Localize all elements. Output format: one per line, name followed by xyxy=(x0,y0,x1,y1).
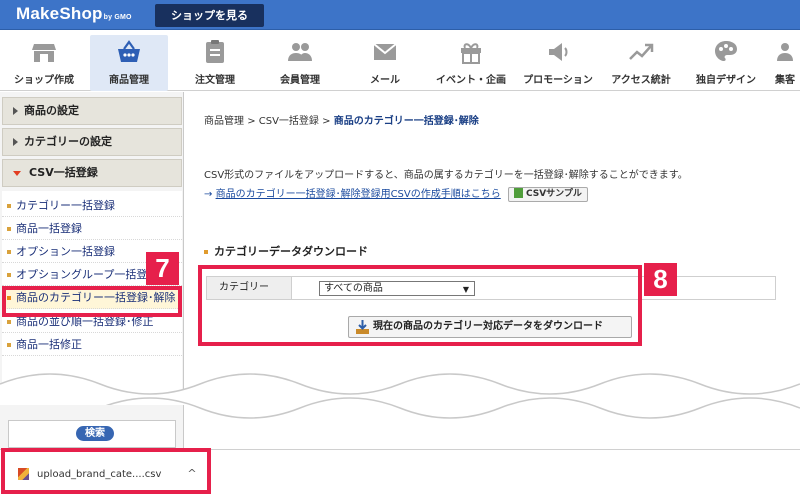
sidebar-section-product-settings[interactable]: 商品の設定 xyxy=(2,97,182,125)
users-icon xyxy=(265,39,335,71)
nav-item-order-management[interactable]: 注文管理 xyxy=(182,35,248,91)
sidebar-section-category-settings[interactable]: カテゴリーの設定 xyxy=(2,128,182,156)
view-shop-button[interactable]: ショップを見る xyxy=(155,4,264,27)
nav-item-promotion[interactable]: プロモーション xyxy=(516,35,600,91)
main-nav: ショップ作成 商品管理 注文管理 会員管理 メール イベント・企画 プロモーショ… xyxy=(0,30,800,91)
palette-icon xyxy=(690,39,762,71)
search-button[interactable]: 検索 xyxy=(76,426,114,441)
mail-icon xyxy=(355,39,415,71)
sidebar-item-product-bulk-edit[interactable]: 商品一括修正 xyxy=(2,334,182,356)
clipboard-icon xyxy=(182,39,248,71)
bullet-icon xyxy=(7,227,11,231)
section-title: カテゴリーデータダウンロード xyxy=(204,243,368,259)
breadcrumb: 商品管理 > CSV一括登録 > 商品のカテゴリー一括登録･解除 xyxy=(204,112,479,127)
bullet-icon xyxy=(7,204,11,208)
trend-icon xyxy=(604,39,678,71)
annotation-badge-8: 8 xyxy=(644,263,677,296)
annotation-box-7 xyxy=(2,286,182,317)
nav-item-shop-setup[interactable]: ショップ作成 xyxy=(8,35,80,91)
annotation-box-8 xyxy=(198,265,642,346)
makeshop-logo[interactable]: MakeShopby GMO xyxy=(16,4,132,24)
nav-item-event-planning[interactable]: イベント・企画 xyxy=(428,35,514,91)
bullet-icon xyxy=(7,250,11,254)
store-icon xyxy=(8,39,80,71)
nav-item-member-management[interactable]: 会員管理 xyxy=(265,35,335,91)
sidebar-item-product-bulk[interactable]: 商品一括登録 xyxy=(2,218,182,240)
csv-instructions-link[interactable]: 商品のカテゴリー一括登録･解除登録用CSVの作成手順はこちら xyxy=(216,189,501,200)
page-description: CSV形式のファイルをアップロードすると、商品の属するカテゴリーを一括登録･解除… xyxy=(204,170,688,181)
bullet-icon xyxy=(7,343,11,347)
sidebar-bottom: 検索 xyxy=(0,405,184,450)
breadcrumb-product-management[interactable]: 商品管理 xyxy=(204,116,244,127)
megaphone-icon xyxy=(516,39,600,71)
bullet-icon xyxy=(7,320,11,324)
bullet-icon xyxy=(7,273,11,277)
breadcrumb-separator: > xyxy=(247,116,256,127)
nav-item-attract-customers[interactable]: 集客 xyxy=(770,35,800,91)
breadcrumb-csv-bulk[interactable]: CSV一括登録 xyxy=(259,116,319,127)
breadcrumb-current: 商品のカテゴリー一括登録･解除 xyxy=(333,116,479,127)
triangle-right-icon xyxy=(13,138,18,146)
triangle-down-icon xyxy=(13,170,21,176)
basket-icon xyxy=(90,39,168,71)
csv-sample-button[interactable]: CSVサンプル xyxy=(507,186,588,202)
sidebar-section-csv-bulk[interactable]: CSV一括登録 xyxy=(2,159,182,187)
annotation-badge-7: 7 xyxy=(146,252,179,285)
nav-item-product-management[interactable]: 商品管理 xyxy=(90,35,168,91)
sidebar-search-box: 検索 xyxy=(8,420,176,448)
csv-file-icon xyxy=(513,188,523,198)
annotation-box-download xyxy=(1,448,211,494)
help-link-line: → 商品のカテゴリー一括登録･解除登録用CSVの作成手順はこちら CSVサンプル xyxy=(204,185,588,202)
logo-text: MakeShop xyxy=(16,4,103,23)
nav-item-access-stats[interactable]: アクセス統計 xyxy=(604,35,678,91)
triangle-right-icon xyxy=(13,107,18,115)
sidebar-item-category-bulk[interactable]: カテゴリー一括登録 xyxy=(2,195,182,217)
square-bullet-icon xyxy=(204,250,208,254)
nav-item-mail[interactable]: メール xyxy=(355,35,415,91)
gift-icon xyxy=(428,39,514,71)
group-icon xyxy=(770,39,800,71)
arrow-right-icon: → xyxy=(204,189,213,200)
top-bar: MakeShopby GMO ショップを見る xyxy=(0,0,800,30)
nav-item-custom-design[interactable]: 独自デザイン xyxy=(690,35,762,91)
breadcrumb-separator: > xyxy=(322,116,331,127)
logo-gmo: by GMO xyxy=(103,14,132,21)
